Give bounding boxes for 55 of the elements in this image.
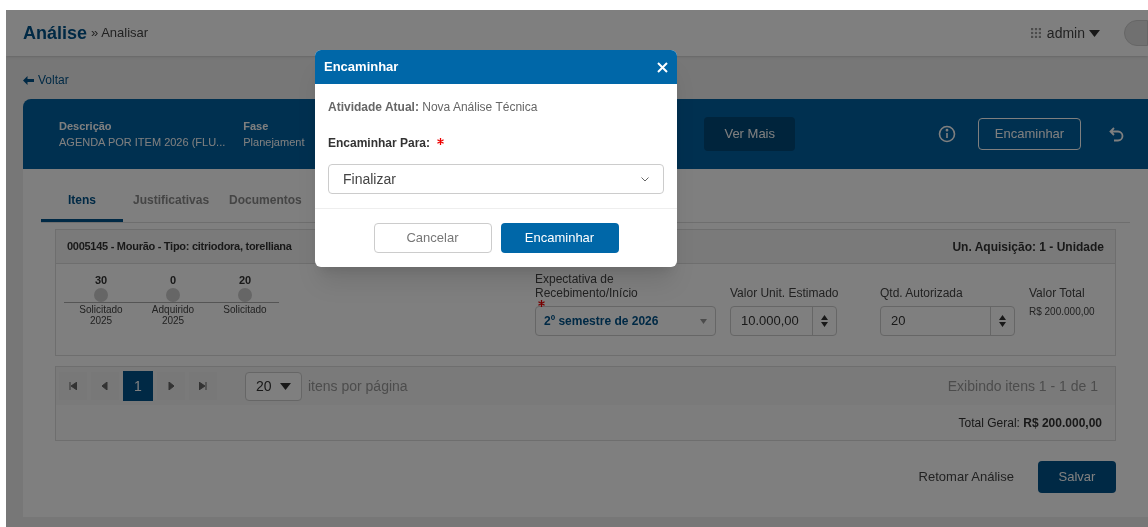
- page-button[interactable]: 1: [123, 371, 153, 401]
- grid-icon[interactable]: [1030, 28, 1041, 38]
- field-label: Expectativa de Recebimento/Início: [535, 272, 639, 300]
- last-page-icon: [199, 382, 207, 390]
- timeline-label: Solicitado 2025: [78, 304, 124, 326]
- field-label: Qtd. Autorizada: [880, 286, 963, 300]
- spinner-arrows-icon[interactable]: [821, 315, 828, 327]
- close-icon[interactable]: [657, 61, 668, 73]
- timeline-label: Solicitado: [223, 304, 267, 315]
- chevron-down-icon: [641, 176, 649, 182]
- user-menu[interactable]: admin: [1046, 22, 1100, 44]
- forward-button[interactable]: Encaminhar: [978, 118, 1081, 150]
- next-page-icon: [167, 382, 175, 390]
- breadcrumb: » Analisar: [91, 24, 149, 43]
- acquisition-unit: Un. Aquisição: 1 - Unidade: [952, 238, 1104, 256]
- timeline-label: Adquirido 2025: [150, 304, 196, 326]
- previous-page-icon: [101, 382, 109, 390]
- unit-value-field[interactable]: 10.000,00: [730, 306, 837, 336]
- target-label: Encaminhar Para:: [328, 135, 431, 152]
- caret-icon: [1089, 29, 1100, 37]
- item-title: 0005145 - Mourão - Tipo: citriodora, torelliana: [67, 239, 292, 255]
- page-size-select[interactable]: 20: [245, 371, 302, 401]
- quantity-field[interactable]: 20: [880, 306, 1015, 336]
- banner-field-value: AGENDA POR ITEM 2026 (FLU...: [59, 135, 226, 150]
- spinner-arrows-icon[interactable]: [999, 315, 1006, 327]
- caret-icon: [280, 382, 291, 390]
- timeline-value: 30: [94, 273, 108, 288]
- banner-field-value: Planejament: [243, 135, 305, 150]
- field-label: Valor Unit. Estimado: [730, 286, 839, 300]
- current-activity: Atividade Atual: Nova Análise Técnica: [328, 99, 539, 116]
- page-title: Análise: [23, 21, 88, 45]
- save-button[interactable]: Salvar: [1038, 461, 1116, 493]
- expectation-select[interactable]: 2º semestre de 2026: [535, 306, 716, 336]
- banner-field-label: Fase: [243, 119, 270, 134]
- banner-field-label: Descrição: [59, 119, 113, 134]
- tab[interactable]: Justificativas: [123, 191, 220, 222]
- cancel-button[interactable]: Cancelar: [373, 223, 492, 253]
- grand-total: Total Geral: R$ 200.000,00: [958, 414, 1102, 432]
- tab[interactable]: Documentos: [219, 191, 312, 222]
- caret-icon: [700, 318, 707, 324]
- arrow-left-icon: [23, 75, 34, 85]
- first-page-icon: [69, 382, 77, 390]
- dialog-title: Encaminhar: [324, 58, 399, 77]
- info-icon[interactable]: [938, 125, 956, 143]
- field-label: Valor Total: [1029, 286, 1085, 300]
- resume-analysis-link[interactable]: Retomar Análise: [918, 467, 1014, 487]
- back-link[interactable]: Voltar: [23, 71, 69, 89]
- submit-button[interactable]: Encaminhar: [500, 223, 619, 253]
- timeline-value: 20: [238, 273, 252, 288]
- timeline-value: 0: [169, 273, 177, 288]
- total-value: R$ 200.000,00: [1029, 305, 1096, 319]
- undo-icon[interactable]: [1109, 126, 1124, 142]
- tab[interactable]: Itens: [41, 191, 123, 222]
- more-button[interactable]: Ver Mais: [704, 117, 795, 151]
- target-select[interactable]: Finalizar: [328, 164, 664, 194]
